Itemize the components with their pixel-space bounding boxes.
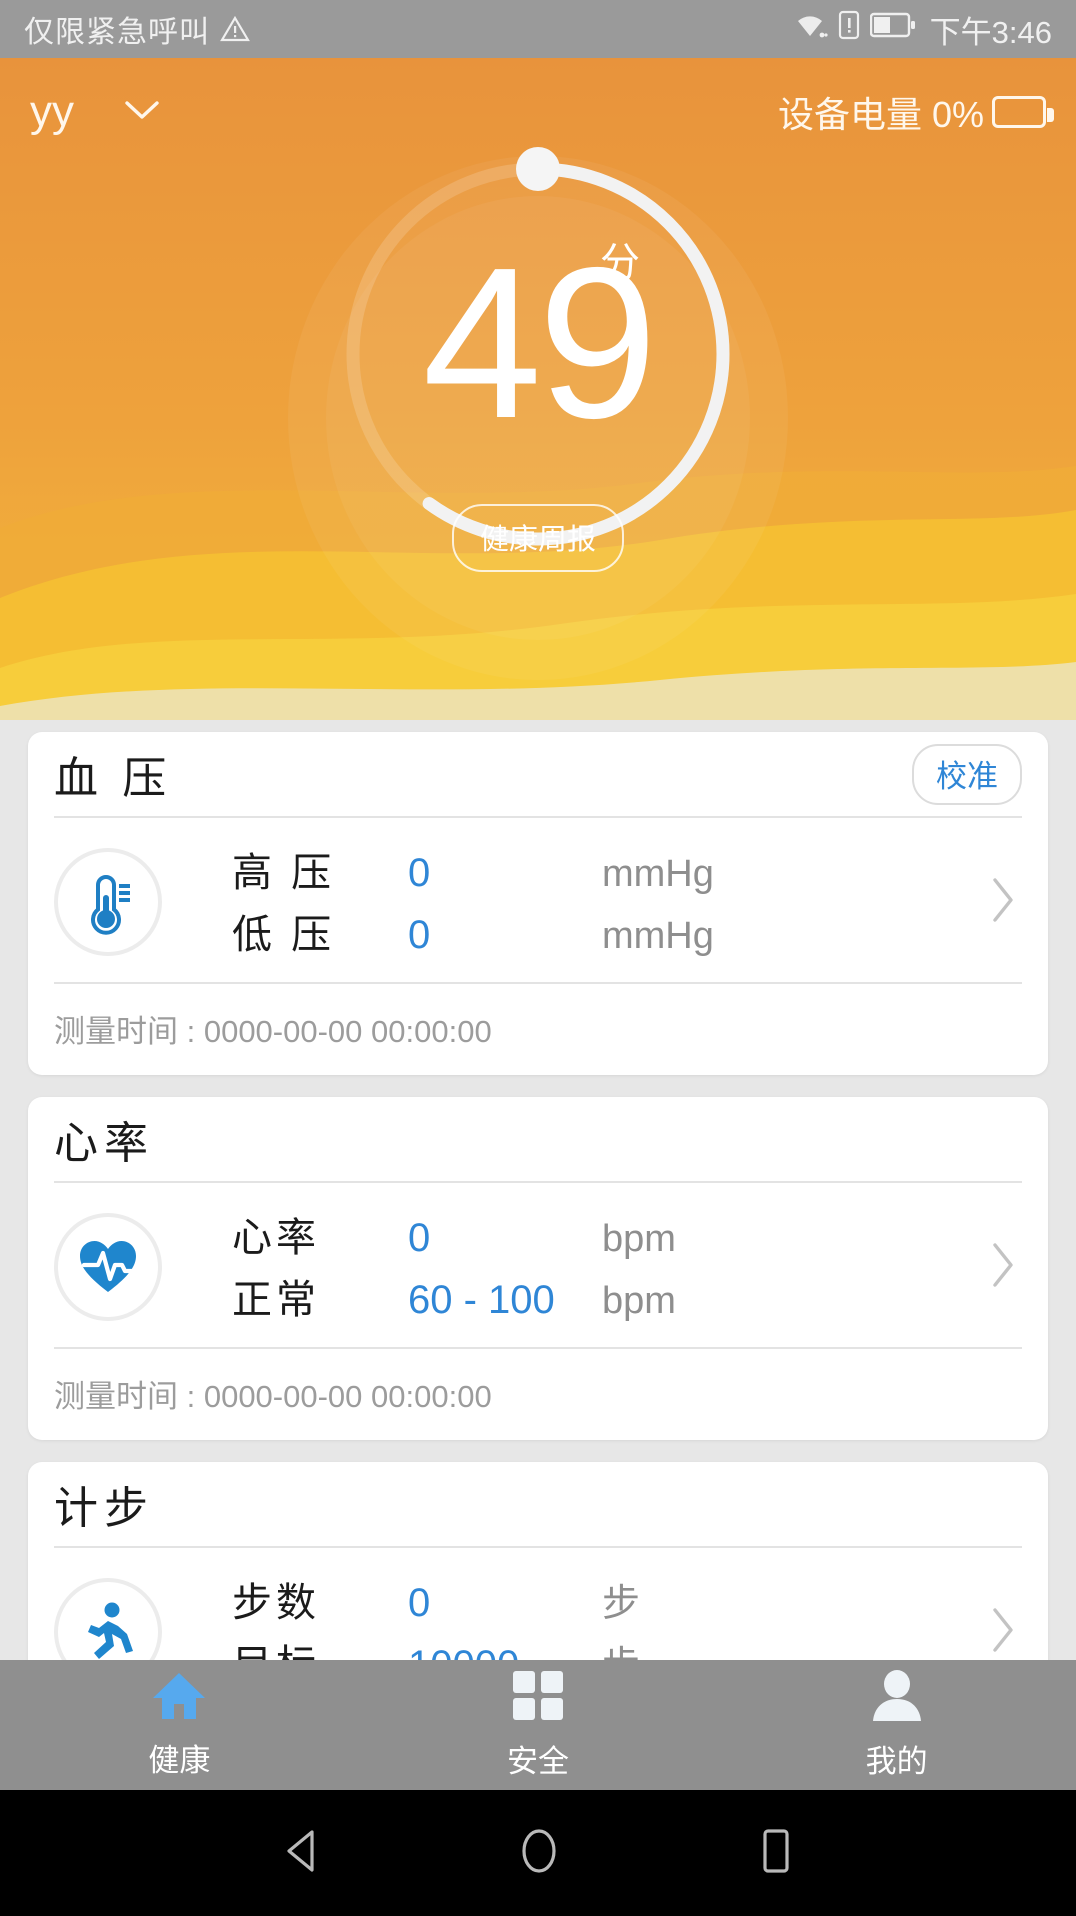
chevron-right-icon[interactable] (988, 874, 1022, 931)
row-steps: 步数 0 步 (232, 1570, 988, 1632)
row-heart-rate: 心率 0 bpm (232, 1205, 988, 1267)
home-circle-icon[interactable] (515, 1826, 563, 1881)
card-title: 血 压 (54, 754, 173, 803)
measure-time-label: 测量时间 : 0000-00-00 00:00:00 (54, 982, 1022, 1075)
chevron-down-icon[interactable] (122, 97, 162, 128)
health-score-value: 49 (422, 221, 657, 463)
warning-triangle-icon (220, 15, 250, 43)
card-title: 计步 (54, 1484, 154, 1533)
person-icon (869, 1669, 925, 1728)
measure-time-label: 测量时间 : 0000-00-00 00:00:00 (54, 1347, 1022, 1440)
card-body[interactable]: 高 压 0 mmHg 低 压 0 mmHg (54, 818, 1022, 982)
row-value: 0 (408, 851, 431, 895)
row-label: 心率 (232, 1216, 320, 1260)
row-label: 步数 (232, 1581, 320, 1625)
tab-safety[interactable]: 安全 (359, 1669, 718, 1781)
card-header: 心率 (54, 1097, 1022, 1183)
tab-mine[interactable]: 我的 (717, 1669, 1076, 1781)
battery-icon (869, 11, 916, 47)
card-rows: 心率 0 bpm 正常 60 - 100 bpm (232, 1205, 988, 1329)
row-normal-range: 正常 60 - 100 bpm (232, 1267, 988, 1329)
device-battery-status: 设备电量 0% (777, 86, 1054, 138)
row-unit: mmHg (602, 853, 714, 895)
row-unit: bpm (602, 1218, 676, 1260)
calibrate-button[interactable]: 校准 (912, 743, 1022, 805)
card-rows: 步数 0 步 目标 10000 步 (232, 1570, 988, 1660)
card-step-counter[interactable]: 计步 步数 0 步 目标 10000 (28, 1462, 1048, 1660)
row-label: 正常 (232, 1278, 320, 1322)
tab-label: 健康 (148, 1743, 211, 1778)
card-blood-pressure[interactable]: 血 压 校准 高 压 0 mmHg 低 压 0 mmHg 测量时间: 0000… (28, 732, 1048, 1075)
clock-label: 下午3:46 (929, 14, 1052, 50)
tab-health[interactable]: 健康 (0, 1670, 359, 1780)
chevron-right-icon[interactable] (988, 1604, 1022, 1661)
android-nav-bar (0, 1790, 1076, 1916)
sim-card-icon (838, 10, 860, 48)
back-triangle-icon[interactable] (279, 1827, 325, 1880)
tab-label: 安全 (507, 1744, 569, 1779)
heart-pulse-icon (54, 1213, 162, 1321)
card-title: 心率 (54, 1119, 154, 1168)
home-icon (150, 1670, 208, 1727)
row-goal: 目标 10000 步 (232, 1632, 988, 1660)
health-weekly-report-button[interactable]: 健康周报 (451, 504, 625, 572)
battery-outline-icon (992, 96, 1054, 128)
hero-top-row: yy 设备电量 0% (0, 86, 1076, 138)
chevron-right-icon[interactable] (988, 1239, 1022, 1296)
row-value: 0 (408, 1216, 431, 1260)
tab-label: 我的 (865, 1744, 928, 1779)
phone-screen: 仅限紧急呼叫 下午3:46 yy 设备电量 0% 49 分 健康周报 血 压 校… (0, 0, 1076, 1916)
status-bar-right: 下午3:46 (792, 7, 1052, 52)
health-score-ring[interactable]: 49 分 健康周报 (328, 144, 748, 572)
row-value: 10000 (382, 1643, 602, 1660)
row-value: 0 (408, 913, 431, 957)
card-body[interactable]: 步数 0 步 目标 10000 步 (54, 1548, 1022, 1660)
row-unit: bpm (602, 1280, 676, 1322)
card-header: 计步 (54, 1462, 1022, 1548)
user-name-label[interactable]: yy (30, 90, 74, 134)
status-bar-left: 仅限紧急呼叫 (24, 7, 250, 51)
wifi-icon (792, 10, 828, 48)
card-header: 血 压 校准 (54, 732, 1022, 818)
row-label: 目标 (232, 1632, 382, 1660)
row-diastolic: 低 压 0 mmHg (232, 902, 988, 964)
row-unit: 步 (602, 1583, 641, 1625)
row-systolic: 高 压 0 mmHg (232, 840, 988, 902)
health-score-unit: 分 (600, 241, 640, 285)
card-rows: 高 压 0 mmHg 低 压 0 mmHg (232, 840, 988, 964)
row-value: 60 - 100 (408, 1278, 555, 1322)
thermometer-icon (54, 848, 162, 956)
bottom-tab-bar: 健康 安全 我的 (0, 1660, 1076, 1790)
grid-icon (510, 1669, 566, 1728)
row-label: 低 压 (232, 913, 336, 957)
row-label: 高 压 (232, 851, 336, 895)
cards-scroll-area[interactable]: 血 压 校准 高 压 0 mmHg 低 压 0 mmHg 测量时间: 0000… (0, 720, 1076, 1660)
row-unit: mmHg (602, 915, 714, 957)
hero-header: yy 设备电量 0% 49 分 健康周报 (0, 58, 1076, 720)
row-unit: 步 (602, 1634, 640, 1660)
carrier-label: 仅限紧急呼叫 (24, 16, 210, 49)
status-bar: 仅限紧急呼叫 下午3:46 (0, 0, 1076, 58)
running-person-icon (54, 1578, 162, 1660)
card-heart-rate[interactable]: 心率 心率 0 bpm 正常 60 - 100 bpm 测量时间: 0000-… (28, 1097, 1048, 1440)
device-battery-label: 设备电量 0% (777, 94, 984, 135)
card-body[interactable]: 心率 0 bpm 正常 60 - 100 bpm (54, 1183, 1022, 1347)
row-value: 0 (408, 1581, 431, 1625)
recents-square-icon[interactable] (753, 1826, 797, 1881)
